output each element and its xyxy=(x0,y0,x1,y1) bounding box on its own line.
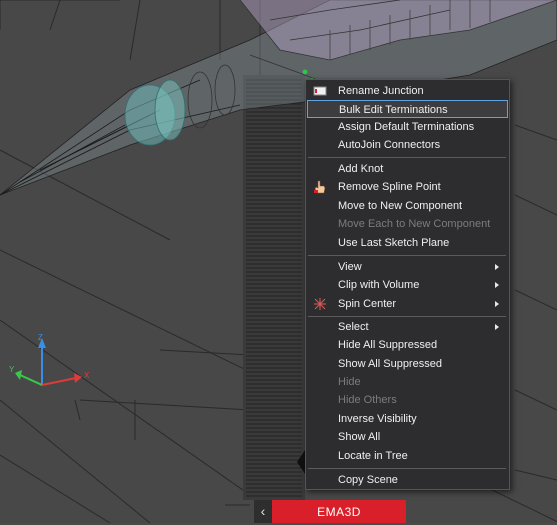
menu-item-move-to-new-component[interactable]: Move to New Component xyxy=(307,197,508,215)
back-button[interactable]: ‹ xyxy=(254,500,272,523)
menu-separator xyxy=(308,157,506,158)
axis-x-label: X xyxy=(84,371,90,380)
menu-item-select[interactable]: Select xyxy=(307,318,508,336)
menu-item-label: Select xyxy=(338,321,369,333)
menu-item-hide: Hide xyxy=(307,373,508,391)
submenu-arrow-icon xyxy=(495,301,499,307)
spin-center-icon xyxy=(314,298,326,310)
menu-item-label: Hide xyxy=(338,376,361,388)
menu-item-label: View xyxy=(338,261,362,273)
menu-item-label: AutoJoin Connectors xyxy=(338,139,441,151)
context-menu: Rename Junction Bulk Edit Terminations A… xyxy=(305,79,510,490)
vertical-scale-ruler xyxy=(243,75,305,500)
menu-item-label: Remove Spline Point xyxy=(338,181,441,193)
menu-item-bulk-edit-terminations[interactable]: Bulk Edit Terminations xyxy=(307,100,508,118)
menu-item-label: Show All Suppressed xyxy=(338,358,442,370)
menu-item-label: Bulk Edit Terminations xyxy=(339,104,448,116)
menu-item-move-each-to-new-component: Move Each to New Component xyxy=(307,215,508,233)
submenu-arrow-icon xyxy=(495,324,499,330)
menu-item-label: Hide All Suppressed xyxy=(338,339,438,351)
menu-item-rename-junction[interactable]: Rename Junction xyxy=(307,82,508,100)
menu-item-autojoin-connectors[interactable]: AutoJoin Connectors xyxy=(307,136,508,154)
axis-z-label: Z xyxy=(38,333,43,342)
menu-item-locate-in-tree[interactable]: Locate in Tree xyxy=(307,447,508,465)
menu-separator xyxy=(308,316,506,317)
menu-item-hide-all-suppressed[interactable]: Hide All Suppressed xyxy=(307,336,508,354)
menu-item-label: Clip with Volume xyxy=(338,279,420,291)
menu-item-spin-center[interactable]: Spin Center xyxy=(307,295,508,313)
menu-separator xyxy=(308,255,506,256)
junction-label-icon xyxy=(313,86,327,96)
menu-item-show-all[interactable]: Show All xyxy=(307,428,508,446)
menu-item-add-knot[interactable]: Add Knot xyxy=(307,160,508,178)
menu-item-label: Locate in Tree xyxy=(338,450,408,462)
submenu-arrow-icon xyxy=(495,264,499,270)
menu-item-label: Move to New Component xyxy=(338,200,463,212)
menu-item-label: Spin Center xyxy=(338,298,397,310)
menu-item-label: Show All xyxy=(338,431,381,443)
menu-item-show-all-suppressed[interactable]: Show All Suppressed xyxy=(307,355,508,373)
menu-item-label: Use Last Sketch Plane xyxy=(338,237,450,249)
hand-pointer-icon xyxy=(314,180,326,194)
menu-item-use-last-sketch-plane[interactable]: Use Last Sketch Plane xyxy=(307,234,508,252)
menu-item-label: Copy Scene xyxy=(338,474,398,486)
menu-item-hide-others: Hide Others xyxy=(307,391,508,409)
menu-item-remove-spline-point[interactable]: Remove Spline Point xyxy=(307,178,508,196)
menu-item-label: Assign Default Terminations xyxy=(338,121,475,133)
axis-y-label: Y xyxy=(9,365,15,374)
bottom-bar: ‹ EMA3D xyxy=(254,500,406,523)
menu-item-label: Move Each to New Component xyxy=(338,218,491,230)
menu-item-label: Rename Junction xyxy=(338,85,424,97)
brand-tab[interactable]: EMA3D xyxy=(272,500,406,523)
menu-item-label: Hide Others xyxy=(338,394,397,406)
submenu-arrow-icon xyxy=(495,282,499,288)
menu-item-assign-default-terminations[interactable]: Assign Default Terminations xyxy=(307,118,508,136)
menu-item-label: Inverse Visibility xyxy=(338,413,417,425)
menu-item-inverse-visibility[interactable]: Inverse Visibility xyxy=(307,410,508,428)
menu-item-copy-scene[interactable]: Copy Scene xyxy=(307,471,508,489)
brand-label: EMA3D xyxy=(317,505,361,519)
menu-item-view[interactable]: View xyxy=(307,258,508,276)
menu-item-clip-with-volume[interactable]: Clip with Volume xyxy=(307,276,508,294)
menu-item-label: Add Knot xyxy=(338,163,384,175)
menu-separator xyxy=(308,468,506,469)
